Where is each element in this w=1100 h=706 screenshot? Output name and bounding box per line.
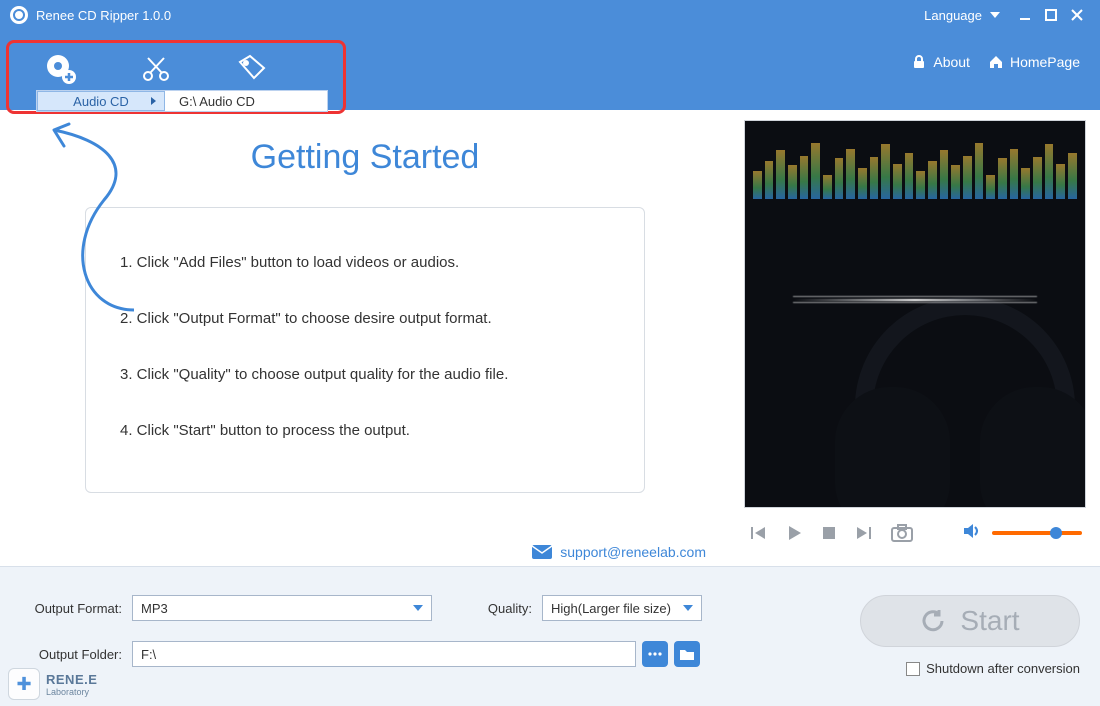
quality-value: High(Larger file size)	[551, 601, 671, 616]
add-files-submenu: Audio CD G:\ Audio CD	[36, 90, 328, 112]
quality-select[interactable]: High(Larger file size)	[542, 595, 702, 621]
folder-icon	[679, 647, 695, 661]
quality-label: Quality:	[482, 601, 542, 616]
chevron-down-icon	[990, 12, 1000, 18]
lock-icon	[911, 54, 927, 70]
minimize-button[interactable]	[1012, 2, 1038, 28]
equalizer-graphic	[753, 129, 1077, 199]
preview-artwork	[744, 120, 1086, 508]
scissors-icon	[140, 52, 172, 84]
maximize-button[interactable]	[1038, 2, 1064, 28]
getting-started-title: Getting Started	[0, 138, 730, 177]
step-1: 1. Click "Add Files" button to load vide…	[120, 248, 610, 278]
about-label: About	[933, 54, 970, 70]
cd-plus-icon	[44, 52, 76, 84]
browse-folder-button[interactable]	[642, 641, 668, 667]
soundwave-graphic	[793, 299, 1038, 301]
watermark-badge: ✚	[8, 668, 40, 700]
start-label: Start	[960, 605, 1019, 637]
step-3: 3. Click "Quality" to choose output qual…	[120, 360, 610, 390]
about-link[interactable]: About	[911, 54, 970, 70]
output-format-select[interactable]: MP3	[132, 595, 432, 621]
play-button[interactable]	[784, 523, 804, 543]
shutdown-label: Shutdown after conversion	[926, 661, 1080, 676]
checkbox-box	[906, 662, 920, 676]
prev-button[interactable]	[748, 523, 768, 543]
app-icon	[10, 6, 28, 24]
headphone-graphic	[835, 277, 1086, 508]
open-folder-button[interactable]	[674, 641, 700, 667]
support-email: support@reneelab.com	[560, 544, 706, 560]
getting-started-box: 1. Click "Add Files" button to load vide…	[85, 207, 645, 493]
next-button[interactable]	[854, 523, 874, 543]
submenu-audio-cd[interactable]: Audio CD	[37, 91, 165, 111]
player-controls	[744, 508, 1086, 558]
output-folder-label: Output Folder:	[20, 647, 132, 662]
bottom-bar: Output Format: MP3 Quality: High(Larger …	[0, 566, 1100, 706]
title-bar: Renee CD Ripper 1.0.0 Language	[0, 0, 1100, 30]
output-format-value: MP3	[141, 601, 168, 616]
close-button[interactable]	[1064, 2, 1090, 28]
language-dropdown[interactable]: Language	[924, 8, 1000, 23]
app-title: Renee CD Ripper 1.0.0	[36, 8, 171, 23]
home-icon	[988, 54, 1004, 70]
mail-icon	[532, 545, 552, 559]
shutdown-checkbox[interactable]: Shutdown after conversion	[906, 661, 1080, 676]
homepage-link[interactable]: HomePage	[988, 54, 1080, 70]
chevron-down-icon	[413, 605, 423, 611]
step-2: 2. Click "Output Format" to choose desir…	[120, 304, 610, 334]
homepage-label: HomePage	[1010, 54, 1080, 70]
volume-icon[interactable]	[962, 522, 982, 545]
start-button[interactable]: Start	[860, 595, 1080, 647]
getting-started-pane: Getting Started 1. Click "Add Files" but…	[0, 110, 730, 566]
tag-icon	[236, 52, 268, 84]
step-4: 4. Click "Start" button to process the o…	[120, 416, 610, 446]
language-label: Language	[924, 8, 982, 23]
output-format-label: Output Format:	[20, 601, 132, 616]
volume-slider[interactable]	[992, 531, 1082, 535]
ellipsis-icon	[648, 651, 662, 657]
refresh-icon	[920, 608, 946, 634]
submenu-drive-item[interactable]: G:\ Audio CD	[165, 91, 327, 111]
output-folder-input[interactable]: F:\	[132, 641, 636, 667]
stop-button[interactable]	[820, 524, 838, 542]
watermark-line1: RENE.E	[46, 672, 97, 687]
watermark-line2: Laboratory	[46, 687, 97, 697]
support-link[interactable]: support@reneelab.com	[532, 544, 706, 560]
chevron-down-icon	[683, 605, 693, 611]
watermark: ✚ RENE.E Laboratory	[8, 668, 97, 700]
snapshot-button[interactable]	[890, 523, 914, 543]
